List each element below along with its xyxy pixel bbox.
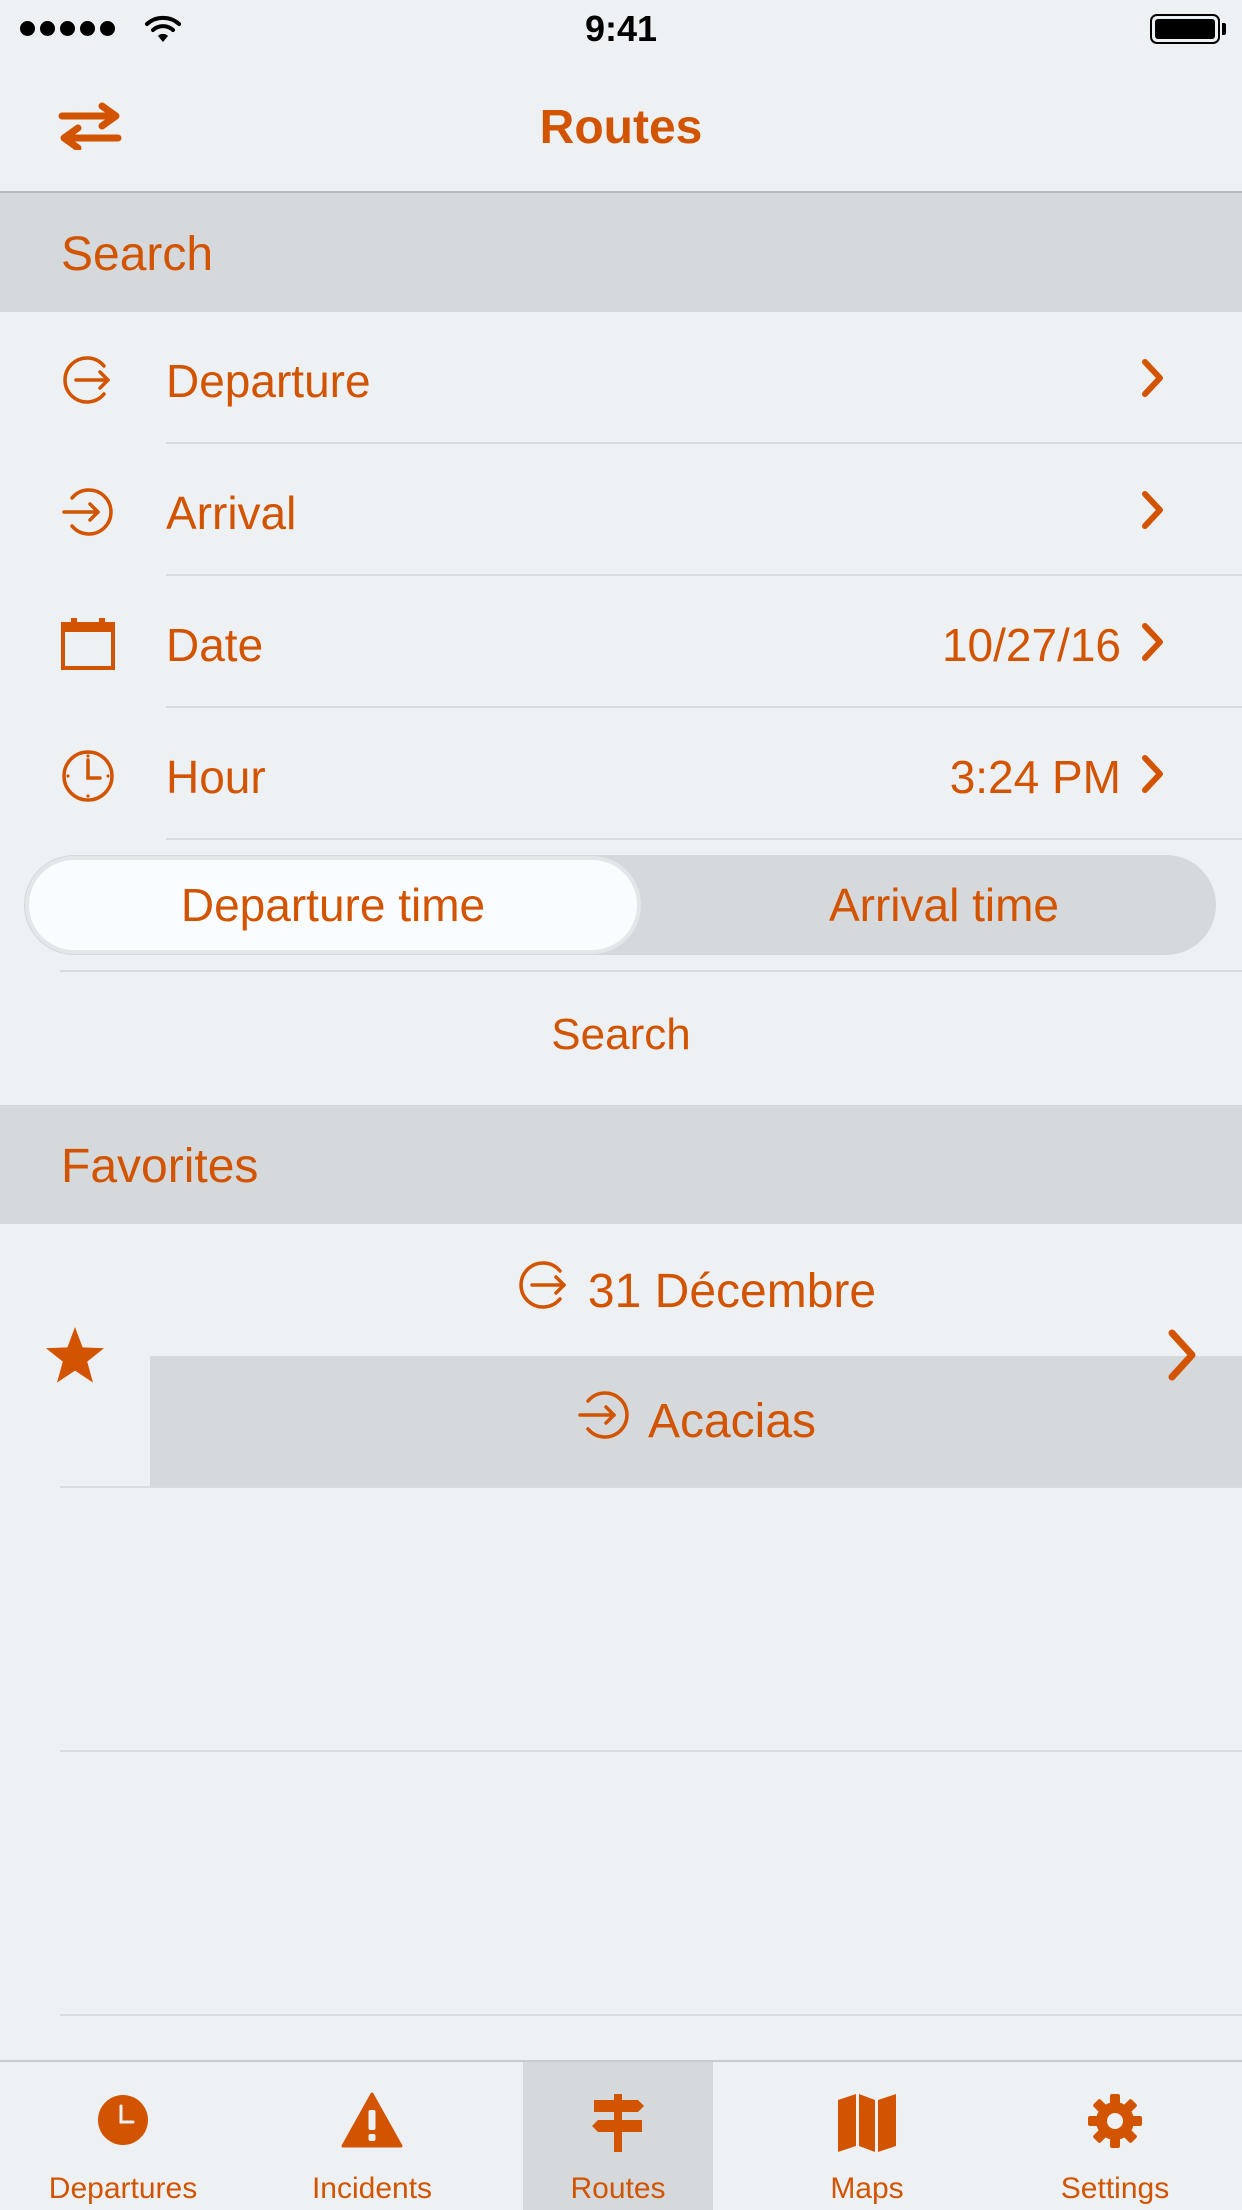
clock-icon [60,748,116,809]
chevron-right-icon [1140,754,1166,799]
chevron-right-icon [1140,490,1166,535]
navigation-bar: Routes [0,60,1242,193]
row-separator [60,1750,1242,1752]
tab-settings[interactable]: Settings [1020,2062,1210,2210]
tab-incidents[interactable]: Incidents [277,2062,467,2210]
tab-departures[interactable]: Departures [28,2062,218,2210]
status-bar: 9:41 [0,0,1242,60]
favorites-section-title: Favorites [61,1140,259,1193]
chevron-right-icon [1140,358,1166,403]
favorite-from-label: 31 Décembre [587,1264,877,1318]
arrival-icon [576,1387,632,1455]
time-type-segmented-control: Departure time Arrival time [24,855,1216,955]
row-separator [60,1486,1242,1488]
favorite-to-label: Acacias [647,1394,817,1448]
favorite-from[interactable]: 31 Décembre [150,1225,1242,1357]
arrival-row[interactable]: Arrival [0,444,1242,576]
tab-maps[interactable]: Maps [772,2062,962,2210]
tab-label: Departures [48,2172,198,2205]
chevron-right-icon [1140,622,1166,667]
map-icon [772,2092,962,2154]
favorite-to[interactable]: Acacias [150,1356,1242,1486]
battery-tip [1222,23,1226,35]
hour-value: 3:24 PM [949,751,1121,803]
favorites-section-header: Favorites [0,1105,1242,1224]
departure-icon [516,1257,572,1325]
tab-label: Settings [1060,2172,1170,2205]
tab-routes[interactable]: Routes [523,2062,713,2210]
star-icon [44,1325,106,1390]
clock-icon [28,2092,218,2148]
tab-label: Routes [570,2172,666,2205]
page-title: Routes [539,101,703,154]
gear-icon [1020,2092,1210,2150]
row-separator [60,970,1242,972]
hour-label: Hour [166,751,266,803]
search-section-header: Search [0,193,1242,312]
tab-label: Incidents [311,2172,433,2205]
search-button[interactable]: Search [0,1010,1242,1060]
chevron-right-icon[interactable] [1166,1328,1198,1387]
departure-icon [60,352,116,413]
battery-icon [1150,14,1220,44]
date-value: 10/27/16 [941,619,1121,671]
tab-bar: Departures Incidents Routes Maps Setting… [0,2060,1242,2210]
row-separator [166,838,1242,840]
signpost-icon [523,2092,713,2154]
calendar-icon [60,616,116,677]
tab-label: Maps [830,2172,904,2205]
arrival-time-segment[interactable]: Arrival time [642,860,1242,950]
row-separator [60,2014,1242,2016]
arrival-icon [60,484,116,545]
departure-label: Departure [166,355,371,407]
warning-icon [277,2092,467,2148]
search-section-title: Search [61,228,214,281]
departure-time-segment[interactable]: Departure time [29,860,637,950]
date-label: Date [166,619,264,671]
date-row[interactable]: Date 10/27/16 [0,576,1242,708]
hour-row[interactable]: Hour 3:24 PM [0,708,1242,840]
arrival-label: Arrival [166,487,297,539]
departure-row[interactable]: Departure [0,312,1242,444]
status-time: 9:41 [584,8,658,49]
